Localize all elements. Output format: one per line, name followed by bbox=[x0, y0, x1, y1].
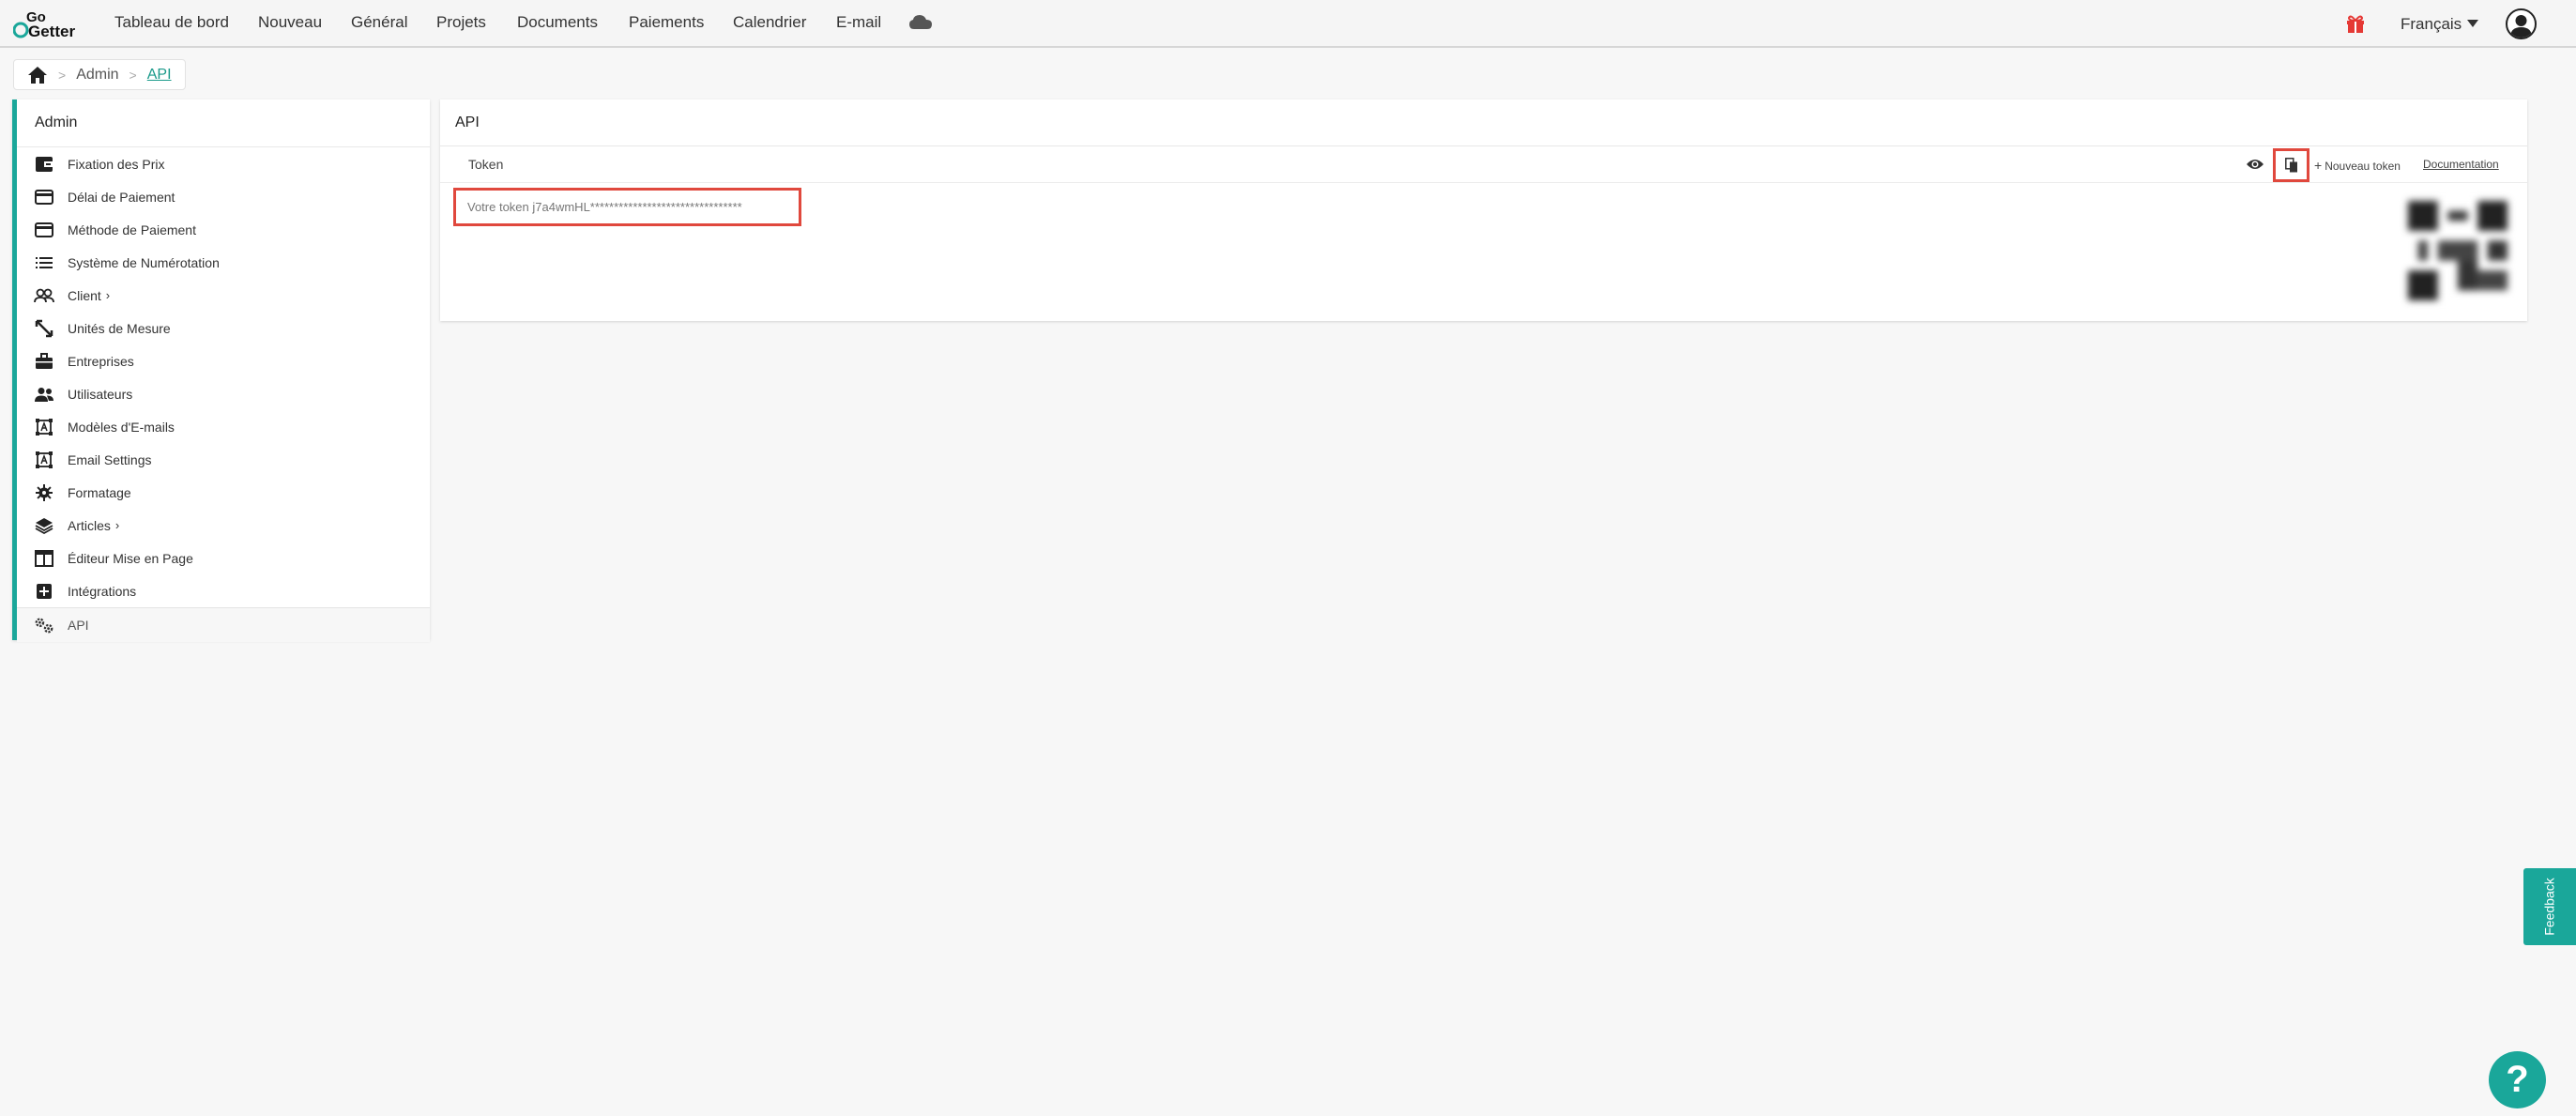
top-navbar: Go Getter Tableau de bord Nouveau Généra… bbox=[0, 0, 2576, 48]
nav-documents[interactable]: Documents bbox=[517, 13, 598, 32]
sidebar-item-delai-de-paiement[interactable]: Délai de Paiement bbox=[17, 180, 430, 213]
plus-square-icon bbox=[34, 582, 54, 601]
nav-projets[interactable]: Projets bbox=[436, 13, 486, 32]
language-label: Français bbox=[2401, 15, 2462, 33]
sidebar-item-label: Éditeur Mise en Page bbox=[68, 550, 193, 566]
sidebar-item-unites-de-mesure[interactable]: Unités de Mesure bbox=[17, 312, 430, 344]
template-icon bbox=[34, 451, 54, 469]
layout-icon bbox=[34, 549, 54, 568]
documentation-link[interactable]: Documentation bbox=[2423, 158, 2499, 171]
credit-card-icon bbox=[34, 221, 54, 239]
new-token-button[interactable]: + Nouveau token bbox=[2314, 158, 2401, 173]
list-icon bbox=[34, 253, 54, 272]
chevron-right-icon: › bbox=[105, 288, 111, 302]
sidebar-item-fixation-des-prix[interactable]: Fixation des Prix bbox=[17, 147, 430, 180]
nav-email[interactable]: E-mail bbox=[836, 13, 881, 32]
sidebar-item-modeles-emails[interactable]: Modèles d'E-mails bbox=[17, 410, 430, 443]
home-icon[interactable] bbox=[27, 66, 48, 84]
sidebar-item-utilisateurs[interactable]: Utilisateurs bbox=[17, 377, 430, 410]
sidebar-item-label: Délai de Paiement bbox=[68, 189, 175, 205]
user-avatar[interactable] bbox=[2506, 8, 2537, 39]
sidebar-item-client[interactable]: Client › bbox=[17, 279, 430, 312]
users-icon bbox=[34, 286, 54, 305]
plus-icon: + bbox=[2314, 158, 2323, 173]
breadcrumb-api[interactable]: API bbox=[147, 67, 172, 84]
token-field[interactable]: Votre token j7a4wmHL********************… bbox=[453, 188, 801, 226]
sidebar-item-label: Méthode de Paiement bbox=[68, 222, 196, 237]
sidebar-title: Admin bbox=[17, 99, 430, 147]
sidebar-item-label: Unités de Mesure bbox=[68, 320, 171, 336]
copy-token-button[interactable] bbox=[2273, 148, 2309, 182]
logo-text-bottom: Getter bbox=[28, 23, 75, 40]
user-group-icon bbox=[34, 385, 54, 404]
breadcrumb: > Admin > API bbox=[13, 59, 186, 90]
api-card-title: API bbox=[440, 99, 2527, 146]
token-header: Token + Nouveau token Documentation bbox=[440, 146, 2527, 183]
layers-icon bbox=[34, 516, 54, 535]
sidebar-item-label: Modèles d'E-mails bbox=[68, 419, 175, 435]
sidebar-item-integrations[interactable]: Intégrations bbox=[17, 574, 430, 607]
sidebar-item-label: Client bbox=[68, 287, 101, 303]
sidebar-item-editeur-mise-en-page[interactable]: Éditeur Mise en Page bbox=[17, 542, 430, 574]
chevron-right-icon: › bbox=[114, 518, 120, 532]
sidebar-item-api[interactable]: API bbox=[17, 607, 430, 642]
briefcase-icon bbox=[34, 352, 54, 371]
user-icon bbox=[2510, 15, 2532, 38]
copy-icon bbox=[2284, 158, 2297, 173]
sidebar-item-email-settings[interactable]: Email Settings bbox=[17, 443, 430, 476]
wallet-icon bbox=[34, 155, 54, 174]
nav-nouveau[interactable]: Nouveau bbox=[258, 13, 322, 32]
sidebar-item-entreprises[interactable]: Entreprises bbox=[17, 344, 430, 377]
help-icon: ? bbox=[2506, 1059, 2529, 1100]
qr-code-image bbox=[2408, 201, 2507, 300]
nav-paiements[interactable]: Paiements bbox=[629, 13, 704, 32]
sidebar-item-label: Articles bbox=[68, 517, 111, 533]
sidebar-item-label: API bbox=[68, 618, 89, 633]
feedback-label: Feedback bbox=[2542, 878, 2558, 936]
sidebar-item-label: Fixation des Prix bbox=[68, 156, 165, 172]
sidebar-item-formatage[interactable]: Formatage bbox=[17, 476, 430, 509]
sidebar-item-label: Système de Numérotation bbox=[68, 254, 220, 270]
caret-down-icon bbox=[2467, 20, 2479, 27]
nav-tableau-de-bord[interactable]: Tableau de bord bbox=[114, 13, 229, 32]
nav-general[interactable]: Général bbox=[351, 13, 407, 32]
sidebar-item-label: Intégrations bbox=[68, 583, 137, 599]
token-label: Token bbox=[468, 157, 504, 172]
breadcrumb-separator-icon: > bbox=[58, 67, 67, 83]
template-icon bbox=[34, 418, 54, 436]
gift-icon[interactable] bbox=[2344, 12, 2367, 35]
nav-calendrier[interactable]: Calendrier bbox=[733, 13, 806, 32]
cloud-icon[interactable] bbox=[908, 13, 933, 32]
ruler-icon bbox=[34, 319, 54, 338]
sidebar-item-articles[interactable]: Articles › bbox=[17, 509, 430, 542]
admin-sidebar: Admin Fixation des Prix Délai de Paiemen… bbox=[12, 99, 430, 642]
sidebar-item-methode-de-paiement[interactable]: Méthode de Paiement bbox=[17, 213, 430, 246]
gogetter-logo[interactable]: Go Getter bbox=[13, 8, 84, 41]
feedback-tab[interactable]: Feedback bbox=[2523, 868, 2576, 945]
sidebar-item-label: Utilisateurs bbox=[68, 386, 133, 402]
language-selector[interactable]: Français bbox=[2401, 15, 2479, 34]
sidebar-item-systeme-de-numerotation[interactable]: Système de Numérotation bbox=[17, 246, 430, 279]
help-button[interactable]: ? bbox=[2489, 1051, 2546, 1108]
sidebar-item-label: Email Settings bbox=[68, 451, 152, 467]
new-token-label: Nouveau token bbox=[2324, 160, 2401, 173]
sidebar-item-label: Formatage bbox=[68, 484, 131, 500]
sidebar-item-label: Entreprises bbox=[68, 353, 134, 369]
api-card: API Token + Nouveau token Documentation V… bbox=[440, 99, 2527, 321]
credit-card-icon bbox=[34, 188, 54, 206]
breadcrumb-admin[interactable]: Admin bbox=[76, 67, 118, 84]
eye-icon[interactable] bbox=[2246, 157, 2264, 172]
gear-icon bbox=[34, 483, 54, 502]
breadcrumb-separator-icon: > bbox=[129, 67, 137, 83]
gears-icon bbox=[34, 616, 54, 634]
